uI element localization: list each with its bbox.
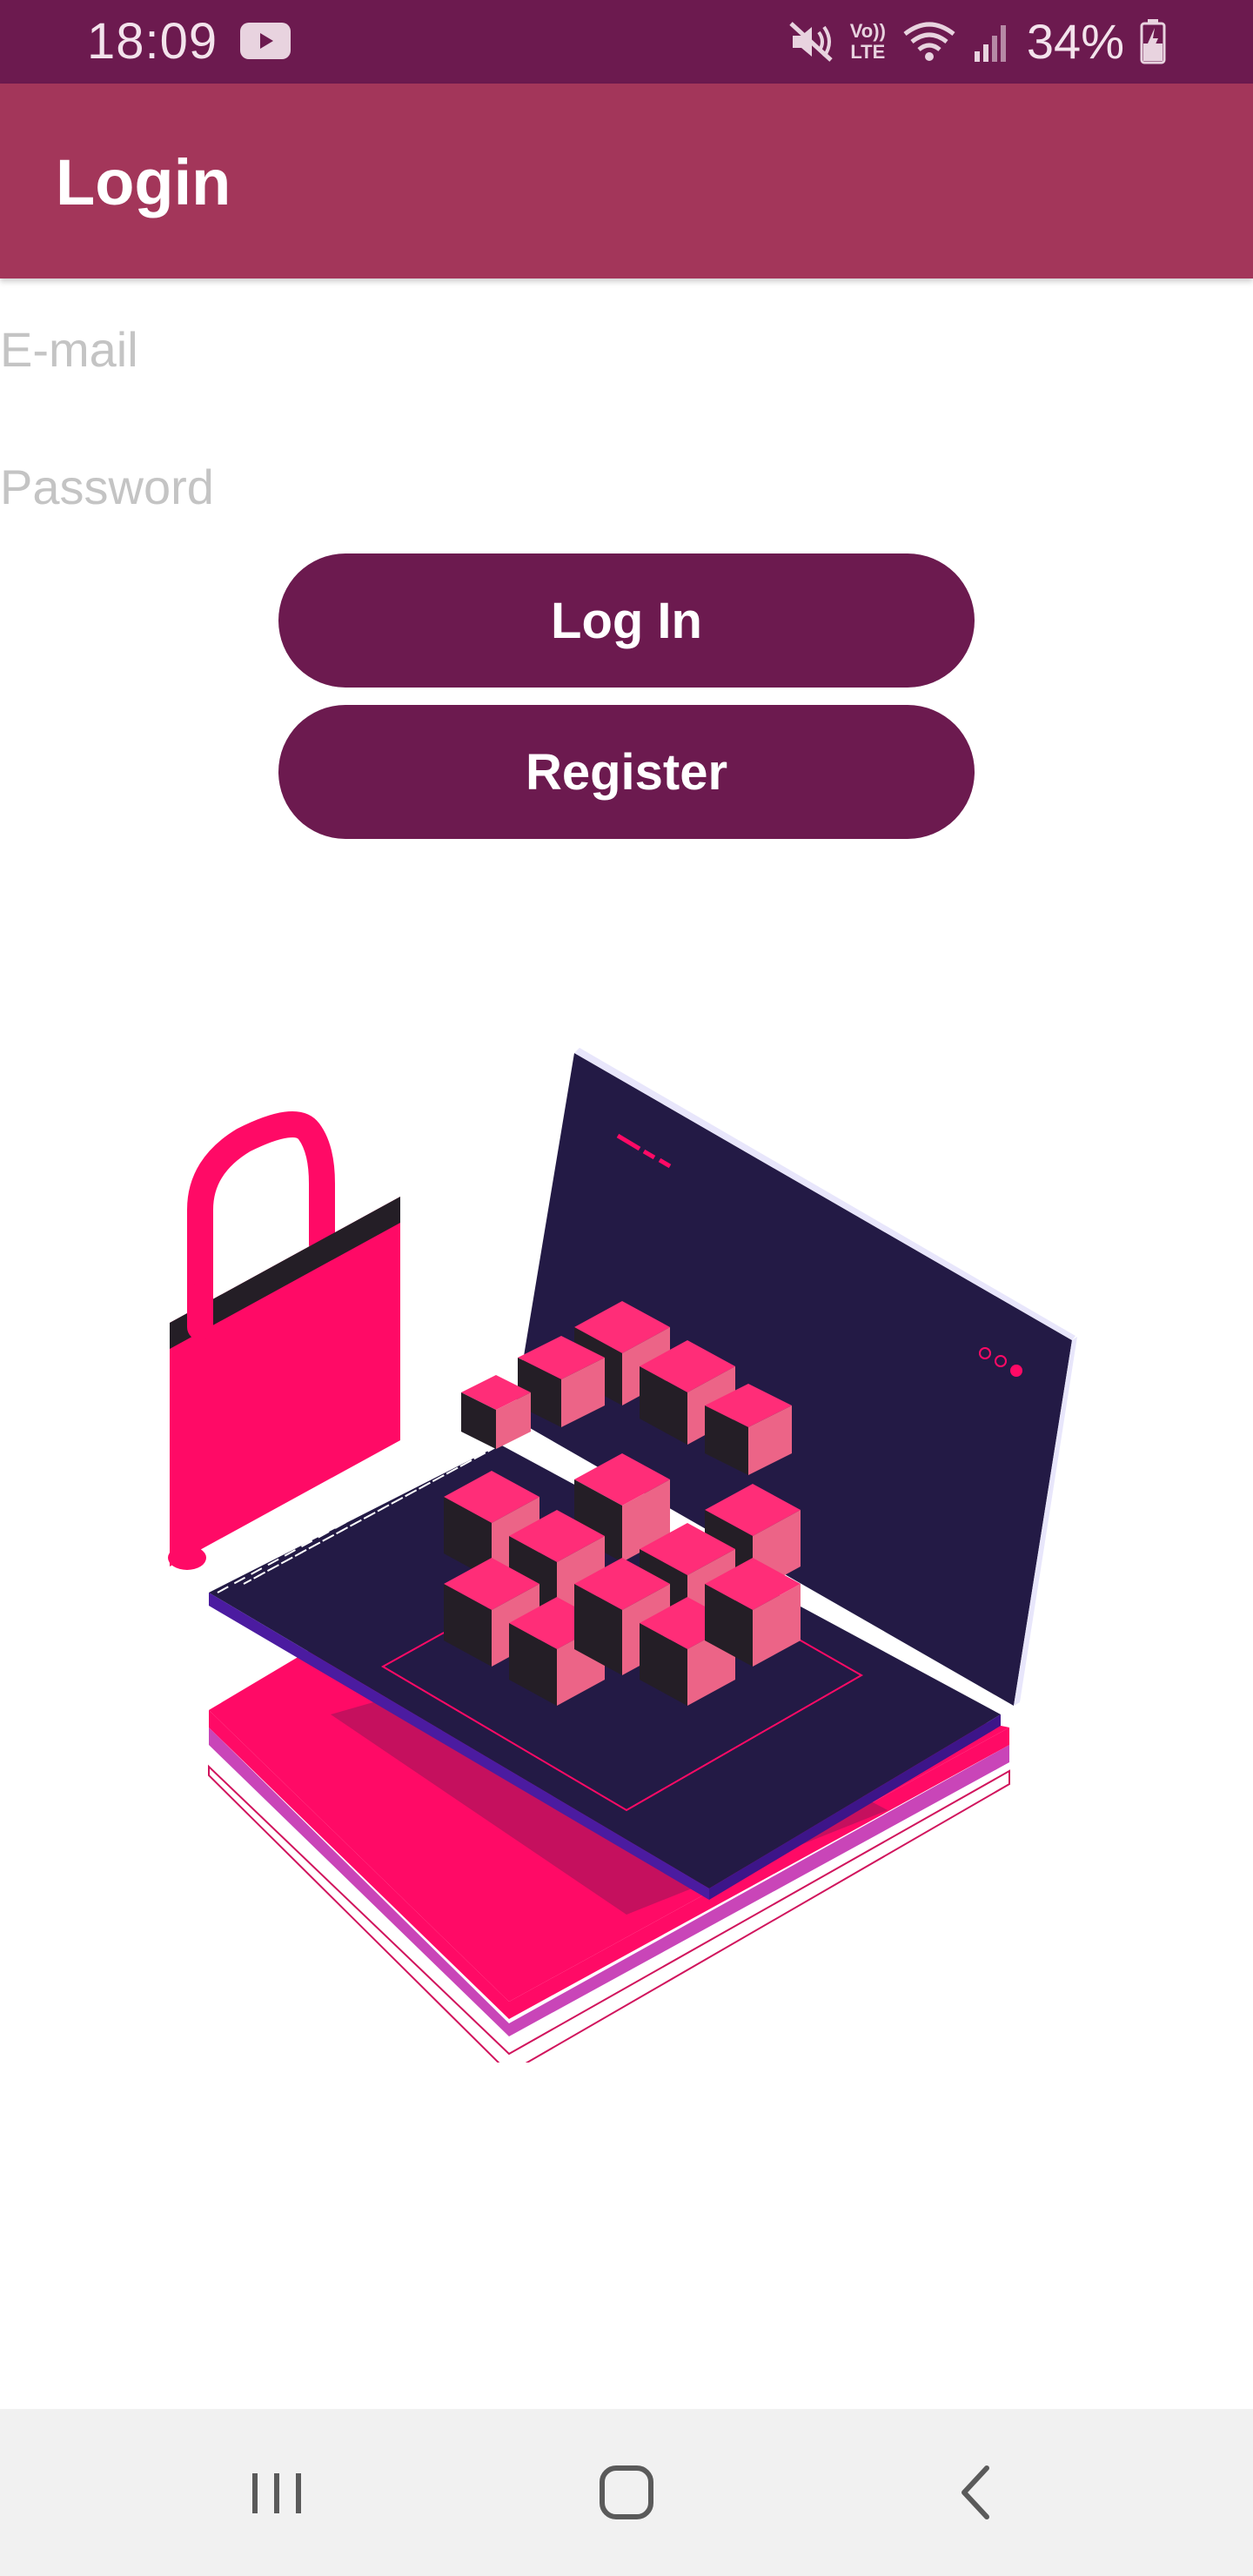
login-screen: 18:09 Vo)) LTE 34% Login E-mail Log In R… bbox=[0, 0, 1253, 2576]
wifi-icon bbox=[903, 22, 955, 61]
recents-icon[interactable] bbox=[233, 2449, 320, 2536]
status-bar: 18:09 Vo)) LTE 34% bbox=[0, 0, 1253, 84]
mute-icon bbox=[789, 22, 833, 62]
back-icon[interactable] bbox=[933, 2449, 1020, 2536]
signal-icon bbox=[974, 25, 1006, 62]
login-button[interactable]: Log In bbox=[278, 553, 975, 688]
volte-label-bottom: LTE bbox=[850, 41, 886, 63]
volte-icon: Vo)) LTE bbox=[850, 21, 886, 63]
battery-charging-icon bbox=[1140, 19, 1166, 64]
app-bar: Login bbox=[0, 84, 1253, 278]
page-title: Login bbox=[56, 146, 231, 218]
navigation-bar bbox=[0, 2409, 1253, 2576]
volte-label-top: Vo)) bbox=[849, 20, 886, 42]
home-icon[interactable] bbox=[583, 2449, 670, 2536]
laptop-padlock-cubes-illustration bbox=[168, 1048, 1077, 2063]
battery-percent: 34% bbox=[1026, 14, 1124, 69]
status-icons: Vo)) LTE 34% bbox=[787, 12, 1166, 71]
email-field[interactable] bbox=[0, 301, 1253, 397]
status-time: 18:09 bbox=[87, 13, 218, 70]
youtube-icon bbox=[240, 23, 291, 59]
password-field[interactable] bbox=[0, 439, 1253, 534]
register-button[interactable]: Register bbox=[278, 705, 975, 839]
